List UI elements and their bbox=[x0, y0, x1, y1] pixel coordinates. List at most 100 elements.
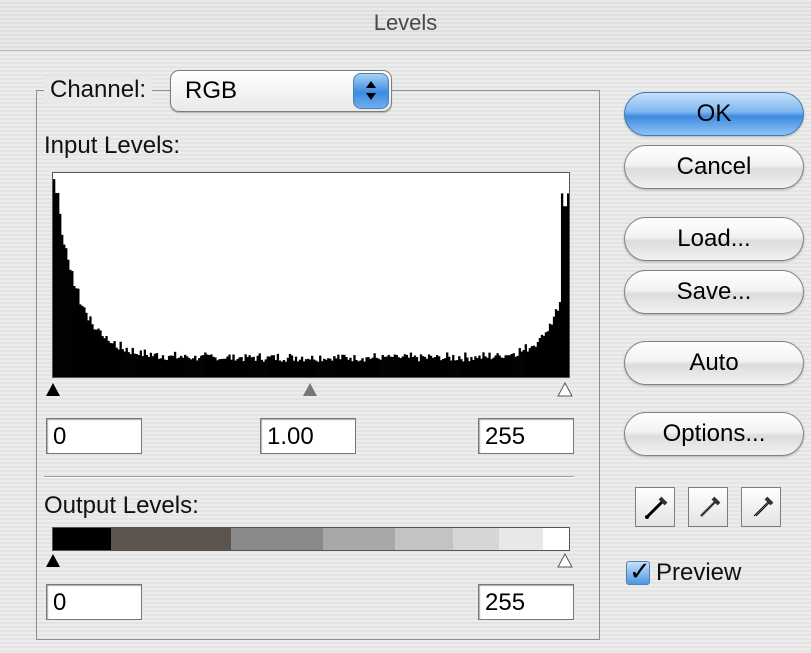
load-button[interactable]: Load... bbox=[624, 217, 804, 261]
histogram-bar bbox=[175, 358, 179, 377]
histogram-bar bbox=[349, 357, 352, 377]
histogram-bar bbox=[184, 354, 187, 377]
histogram-bar bbox=[452, 354, 455, 377]
histogram-bar bbox=[87, 320, 90, 377]
histogram-bar bbox=[486, 357, 489, 377]
histogram-bar bbox=[186, 356, 189, 377]
histogram-bar bbox=[512, 353, 515, 377]
histogram-bar bbox=[119, 341, 122, 377]
histogram-bar bbox=[288, 353, 292, 377]
histogram-bar bbox=[109, 343, 112, 377]
histogram-bar bbox=[444, 358, 447, 377]
output-black-slider[interactable] bbox=[45, 553, 61, 569]
output-white-field[interactable]: 255 bbox=[478, 584, 574, 620]
histogram-bar bbox=[343, 354, 346, 377]
histogram-bar bbox=[411, 356, 415, 377]
histogram-bar bbox=[488, 352, 491, 377]
histogram-bar bbox=[194, 355, 197, 377]
histogram-bar bbox=[204, 352, 207, 377]
histogram-bar bbox=[171, 355, 175, 377]
output-white-slider[interactable] bbox=[557, 552, 573, 569]
histogram-bar bbox=[520, 351, 523, 377]
histogram-bar bbox=[177, 357, 181, 377]
output-levels-label: Output Levels: bbox=[44, 492, 199, 519]
histogram-bar bbox=[61, 234, 64, 377]
histogram-bar bbox=[440, 360, 443, 377]
histogram-bar bbox=[153, 353, 157, 377]
histogram-bar bbox=[556, 310, 560, 377]
histogram-bar bbox=[147, 357, 151, 377]
histogram-bar bbox=[157, 358, 161, 377]
histogram-bar bbox=[534, 346, 538, 377]
output-black-field[interactable]: 0 bbox=[46, 584, 142, 620]
histogram-bar bbox=[292, 360, 296, 377]
histogram-bar bbox=[296, 361, 300, 377]
histogram-bar bbox=[468, 361, 471, 377]
preview-label: Preview bbox=[656, 559, 742, 586]
histogram-bar bbox=[327, 358, 330, 377]
options-button[interactable]: Options... bbox=[624, 412, 804, 456]
histogram-bar bbox=[250, 357, 253, 377]
auto-button[interactable]: Auto bbox=[624, 341, 804, 385]
histogram-bar bbox=[462, 361, 465, 377]
histogram-bar bbox=[321, 361, 324, 377]
histogram-bar bbox=[234, 360, 237, 377]
input-gamma-field[interactable]: 1.00 bbox=[260, 418, 356, 454]
histogram-bar bbox=[518, 348, 521, 377]
histogram-bar bbox=[419, 354, 423, 377]
histogram-bar bbox=[145, 354, 149, 377]
histogram-bar bbox=[143, 349, 147, 377]
histogram-bar bbox=[115, 347, 118, 377]
histogram-bar bbox=[238, 357, 241, 377]
input-gamma-slider[interactable] bbox=[302, 382, 318, 398]
gray-point-eyedropper-icon[interactable] bbox=[688, 487, 728, 527]
ok-button[interactable]: OK bbox=[624, 92, 804, 136]
histogram-bar bbox=[363, 361, 366, 377]
input-black-field[interactable]: 0 bbox=[46, 418, 142, 454]
preview-checkbox[interactable]: ✓ bbox=[626, 556, 651, 586]
histogram-bar bbox=[304, 359, 308, 377]
histogram-bar bbox=[224, 358, 227, 377]
histogram-bar bbox=[208, 355, 211, 377]
histogram-bar bbox=[351, 361, 354, 377]
histogram-bar bbox=[264, 359, 267, 377]
black-point-eyedropper-icon[interactable] bbox=[635, 487, 675, 527]
histogram-bar bbox=[226, 356, 229, 377]
histogram bbox=[52, 172, 570, 378]
checkmark-icon: ✓ bbox=[629, 556, 651, 586]
histogram-bar bbox=[319, 355, 322, 377]
histogram-bar bbox=[228, 354, 231, 377]
histogram-bar bbox=[403, 354, 407, 377]
histogram-bar bbox=[566, 193, 569, 377]
histogram-bar bbox=[325, 359, 328, 377]
histogram-bar bbox=[538, 337, 542, 377]
histogram-bar bbox=[460, 359, 463, 377]
histogram-bar bbox=[389, 356, 392, 377]
input-white-slider[interactable] bbox=[557, 381, 573, 398]
save-button[interactable]: Save... bbox=[624, 270, 804, 314]
white-point-eyedropper-icon[interactable] bbox=[741, 487, 781, 527]
histogram-bar bbox=[329, 358, 332, 377]
histogram-bar bbox=[163, 359, 167, 377]
histogram-bar bbox=[129, 354, 132, 377]
histogram-bar bbox=[427, 354, 431, 377]
histogram-bar bbox=[355, 360, 358, 377]
input-white-field[interactable]: 255 bbox=[478, 418, 574, 454]
histogram-bar bbox=[272, 355, 276, 377]
histogram-bar bbox=[562, 206, 566, 377]
input-black-slider[interactable] bbox=[45, 382, 61, 398]
channel-select[interactable]: RGB bbox=[170, 70, 392, 112]
histogram-bar bbox=[218, 359, 221, 377]
histogram-bar bbox=[476, 358, 479, 377]
histogram-bar bbox=[270, 355, 274, 377]
histogram-bar bbox=[554, 309, 558, 377]
histogram-bar bbox=[302, 361, 306, 377]
histogram-bar bbox=[323, 358, 326, 377]
histogram-bar bbox=[409, 352, 413, 377]
histogram-bar bbox=[69, 269, 72, 377]
histogram-bar bbox=[550, 324, 554, 377]
cancel-button[interactable]: Cancel bbox=[624, 145, 804, 189]
histogram-bar bbox=[540, 334, 544, 377]
histogram-bar bbox=[103, 338, 106, 377]
histogram-bar bbox=[77, 288, 80, 377]
